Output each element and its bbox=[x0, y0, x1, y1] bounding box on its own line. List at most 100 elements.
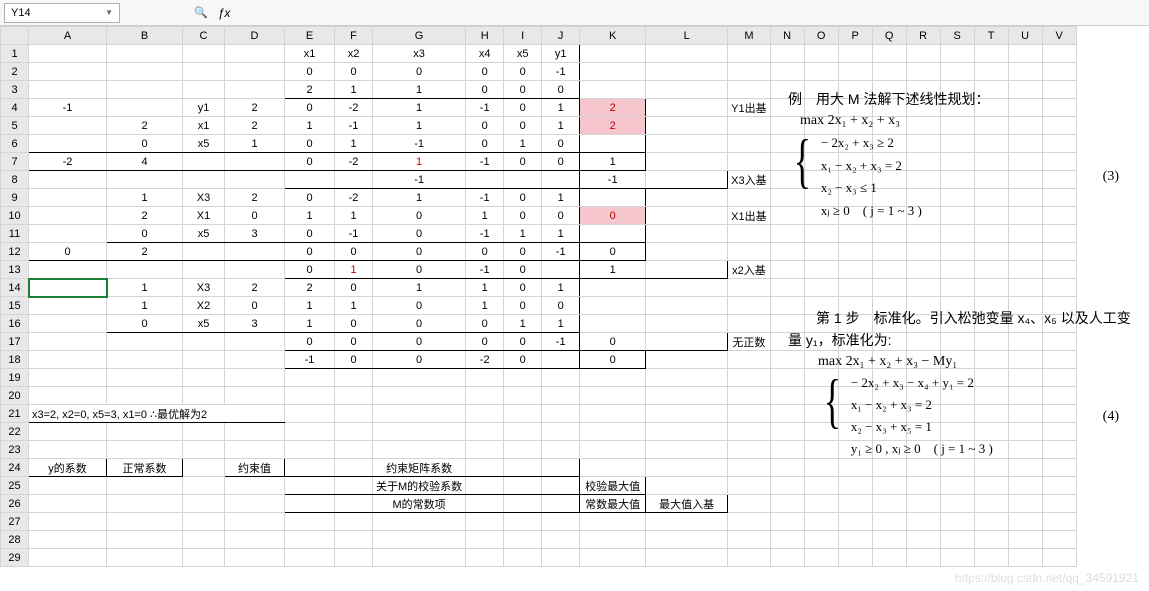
cell-M1[interactable] bbox=[728, 45, 770, 63]
cell-E10[interactable]: 1 bbox=[285, 207, 335, 225]
cell-M9[interactable] bbox=[728, 189, 770, 207]
cell-I11[interactable]: 1 bbox=[504, 225, 542, 243]
cell-I15[interactable]: 0 bbox=[504, 297, 542, 315]
cell-M28[interactable] bbox=[728, 531, 770, 549]
cell-K14[interactable] bbox=[580, 279, 646, 297]
cell-S2[interactable] bbox=[940, 63, 974, 81]
cell-L14[interactable] bbox=[646, 279, 728, 297]
cell-H16[interactable]: 0 bbox=[466, 315, 504, 333]
cell-H15[interactable]: 1 bbox=[466, 297, 504, 315]
name-box[interactable]: Y14 ▼ bbox=[4, 3, 120, 23]
cell-G12[interactable]: 0 bbox=[373, 243, 466, 261]
cell-G23[interactable] bbox=[373, 441, 466, 459]
cell-I8[interactable] bbox=[504, 171, 542, 189]
cell-V12[interactable] bbox=[1042, 243, 1076, 261]
cell-K5[interactable]: 2 bbox=[580, 117, 646, 135]
cell-M24[interactable] bbox=[728, 459, 770, 477]
cell-D7[interactable] bbox=[225, 153, 285, 171]
cell-E23[interactable] bbox=[285, 441, 335, 459]
cell-J8[interactable] bbox=[542, 171, 580, 189]
cell-K27[interactable] bbox=[580, 513, 646, 531]
cell-I12[interactable]: 0 bbox=[504, 243, 542, 261]
cell-C17[interactable] bbox=[183, 333, 225, 351]
cell-F25[interactable] bbox=[335, 477, 373, 495]
cell-H14[interactable]: 1 bbox=[466, 279, 504, 297]
col-header-M[interactable]: M bbox=[728, 27, 770, 45]
cell-F1[interactable]: x2 bbox=[335, 45, 373, 63]
cell-I24[interactable] bbox=[504, 459, 542, 477]
cell-I21[interactable] bbox=[504, 405, 542, 423]
cell-Q2[interactable] bbox=[872, 63, 906, 81]
cell-E21[interactable] bbox=[285, 405, 335, 423]
cell-D24[interactable]: 约束值 bbox=[225, 459, 285, 477]
cell-B26[interactable] bbox=[107, 495, 183, 513]
cell-T29[interactable] bbox=[974, 549, 1008, 567]
cell-C25[interactable] bbox=[183, 477, 225, 495]
cell-K16[interactable] bbox=[580, 315, 646, 333]
row-header-12[interactable]: 12 bbox=[1, 243, 29, 261]
cell-E24[interactable] bbox=[285, 459, 335, 477]
cell-T25[interactable] bbox=[974, 477, 1008, 495]
cell-A5[interactable] bbox=[29, 117, 107, 135]
cell-B24[interactable]: 正常系数 bbox=[107, 459, 183, 477]
cell-B17[interactable] bbox=[107, 333, 183, 351]
cell-N12[interactable] bbox=[770, 243, 804, 261]
cell-P1[interactable] bbox=[838, 45, 872, 63]
cell-V26[interactable] bbox=[1042, 495, 1076, 513]
cell-U2[interactable] bbox=[1008, 63, 1042, 81]
cell-R14[interactable] bbox=[906, 279, 940, 297]
cell-K21[interactable] bbox=[580, 405, 646, 423]
cell-B25[interactable] bbox=[107, 477, 183, 495]
cell-P28[interactable] bbox=[838, 531, 872, 549]
cell-A26[interactable] bbox=[29, 495, 107, 513]
cell-J15[interactable]: 0 bbox=[542, 297, 580, 315]
cell-C19[interactable] bbox=[183, 369, 225, 387]
cell-J9[interactable]: 1 bbox=[542, 189, 580, 207]
cell-T27[interactable] bbox=[974, 513, 1008, 531]
cell-N27[interactable] bbox=[770, 513, 804, 531]
cell-E22[interactable] bbox=[285, 423, 335, 441]
cell-B29[interactable] bbox=[107, 549, 183, 567]
cell-C16[interactable]: x5 bbox=[183, 315, 225, 333]
cell-A25[interactable] bbox=[29, 477, 107, 495]
cell-D28[interactable] bbox=[225, 531, 285, 549]
cell-R13[interactable] bbox=[906, 261, 940, 279]
cell-C29[interactable] bbox=[183, 549, 225, 567]
cell-B6[interactable]: 0 bbox=[107, 135, 183, 153]
cell-K6[interactable] bbox=[580, 135, 646, 153]
cell-L19[interactable] bbox=[646, 369, 728, 387]
cell-A28[interactable] bbox=[29, 531, 107, 549]
cell-J24[interactable] bbox=[542, 459, 580, 477]
cell-D10[interactable]: 0 bbox=[225, 207, 285, 225]
cell-E9[interactable]: 0 bbox=[285, 189, 335, 207]
cell-C6[interactable]: x5 bbox=[183, 135, 225, 153]
cell-L9[interactable] bbox=[646, 189, 728, 207]
cell-L2[interactable] bbox=[646, 63, 728, 81]
col-header-T[interactable]: T bbox=[974, 27, 1008, 45]
cell-H9[interactable]: -1 bbox=[466, 189, 504, 207]
chevron-down-icon[interactable]: ▼ bbox=[105, 8, 113, 17]
cell-M20[interactable] bbox=[728, 387, 770, 405]
cell-I10[interactable]: 0 bbox=[504, 207, 542, 225]
cell-H10[interactable]: 1 bbox=[466, 207, 504, 225]
cell-F18[interactable]: 0 bbox=[335, 351, 373, 369]
cell-O24[interactable] bbox=[804, 459, 838, 477]
cell-T1[interactable] bbox=[974, 45, 1008, 63]
row-header-26[interactable]: 26 bbox=[1, 495, 29, 513]
cell-Q26[interactable] bbox=[872, 495, 906, 513]
cell-T28[interactable] bbox=[974, 531, 1008, 549]
cell-G28[interactable] bbox=[373, 531, 466, 549]
cell-B2[interactable] bbox=[107, 63, 183, 81]
cell-J18[interactable] bbox=[542, 351, 580, 369]
cell-S24[interactable] bbox=[940, 459, 974, 477]
cell-M11[interactable] bbox=[728, 225, 770, 243]
cell-C4[interactable]: y1 bbox=[183, 99, 225, 117]
cell-M14[interactable] bbox=[728, 279, 770, 297]
cell-J29[interactable] bbox=[542, 549, 580, 567]
cell-L25[interactable] bbox=[646, 477, 728, 495]
cell-F29[interactable] bbox=[335, 549, 373, 567]
cell-F24[interactable] bbox=[335, 459, 373, 477]
cell-S14[interactable] bbox=[940, 279, 974, 297]
cell-R27[interactable] bbox=[906, 513, 940, 531]
cell-P2[interactable] bbox=[838, 63, 872, 81]
